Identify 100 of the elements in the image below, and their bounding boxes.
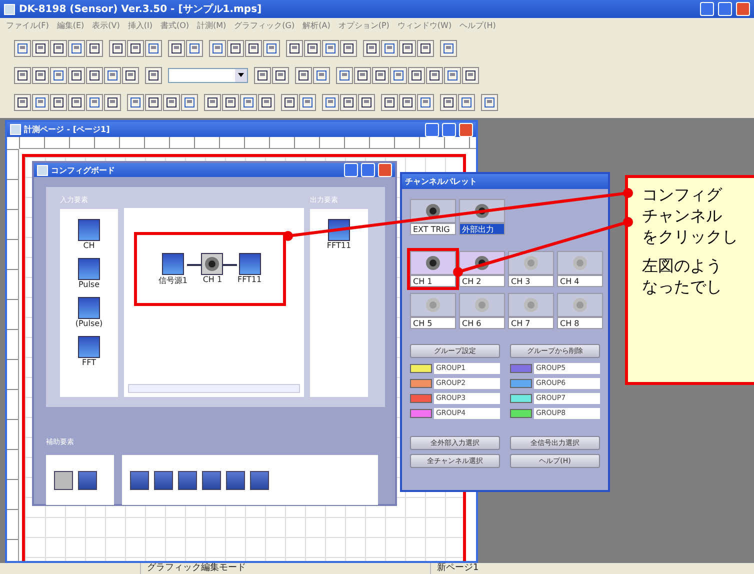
toolbar-button[interactable] — [254, 66, 271, 84]
channel-tile[interactable] — [508, 293, 554, 317]
toolbar-button[interactable] — [209, 40, 226, 56]
device-tile[interactable] — [78, 470, 97, 490]
toolbar-button[interactable] — [390, 66, 407, 84]
toolbar-button[interactable] — [14, 94, 31, 110]
group-swatch[interactable] — [410, 364, 432, 373]
channel-tile[interactable] — [508, 251, 554, 275]
toolbar-button[interactable] — [399, 94, 416, 110]
toolbar-button[interactable] — [68, 66, 85, 84]
close-button[interactable] — [459, 122, 473, 136]
toolbar-button[interactable] — [32, 40, 49, 56]
toolbar-button[interactable] — [354, 66, 371, 84]
maximize-button[interactable] — [442, 122, 456, 136]
toolbar-button[interactable] — [372, 66, 389, 84]
toolbar-button[interactable] — [340, 40, 357, 56]
toolbar-button[interactable] — [444, 66, 461, 84]
toolbar-button[interactable] — [240, 94, 257, 110]
group-swatch[interactable] — [410, 394, 432, 403]
toolbar-button[interactable] — [399, 40, 416, 56]
tool-tile[interactable] — [130, 470, 149, 490]
toolbar-button[interactable] — [426, 66, 443, 84]
toolbar-button[interactable] — [408, 66, 425, 84]
toolbar-button[interactable] — [381, 40, 398, 56]
toolbar-button[interactable] — [50, 66, 67, 84]
menu-item[interactable]: 計測(M) — [197, 20, 226, 30]
tool-tile[interactable] — [154, 470, 173, 490]
toolbar-button[interactable] — [127, 94, 144, 110]
tool-tile[interactable] — [178, 470, 197, 490]
toolbar-button[interactable] — [14, 66, 31, 84]
maximize-button[interactable] — [718, 2, 732, 16]
menu-item[interactable]: 解析(A) — [302, 20, 330, 30]
toolbar-button[interactable] — [109, 40, 126, 56]
toolbar-button[interactable] — [263, 40, 280, 56]
toolbar-button[interactable] — [381, 94, 398, 110]
toolbar-button[interactable] — [50, 40, 67, 56]
toolbar-button[interactable] — [127, 40, 144, 56]
toolbar-button[interactable] — [417, 94, 434, 110]
toolbar-button[interactable] — [145, 94, 162, 110]
menu-item[interactable]: グラフィック(G) — [234, 20, 295, 30]
toolbar-button[interactable] — [104, 66, 121, 84]
toolbar-button[interactable] — [340, 94, 357, 110]
tool-tile[interactable] — [202, 470, 221, 490]
toolbar-button[interactable] — [462, 66, 479, 84]
menu-item[interactable]: 挿入(I) — [128, 20, 152, 30]
toolbar-button[interactable] — [245, 40, 262, 56]
element-icon[interactable] — [201, 252, 224, 274]
menu-item[interactable]: 編集(E) — [56, 20, 84, 30]
maximize-button[interactable] — [361, 163, 375, 177]
toolbar-button[interactable] — [417, 40, 434, 56]
menu-item[interactable]: 書式(O) — [160, 20, 190, 30]
element-icon[interactable] — [238, 252, 261, 274]
toolbar-button[interactable] — [222, 94, 239, 110]
channel-tile[interactable] — [410, 251, 456, 275]
minimize-button[interactable] — [700, 2, 714, 16]
toolbar-button[interactable] — [227, 40, 244, 56]
channel-tile[interactable] — [557, 293, 603, 317]
minimize-button[interactable] — [344, 163, 358, 177]
toolbar-button[interactable] — [86, 40, 103, 56]
horizontal-scrollbar[interactable] — [128, 384, 300, 393]
group-swatch[interactable] — [510, 379, 532, 388]
group-swatch[interactable] — [410, 409, 432, 418]
close-button[interactable] — [378, 163, 392, 177]
tool-tile[interactable] — [250, 470, 269, 490]
toolbar-button[interactable] — [50, 94, 67, 110]
toolbar-button[interactable] — [458, 94, 475, 110]
toolbar-button[interactable] — [272, 66, 289, 84]
toolbar-button[interactable] — [122, 66, 139, 84]
toolbar-button[interactable] — [145, 66, 162, 84]
channel-tile[interactable] — [557, 251, 603, 275]
trigger-label[interactable]: 外部出力 — [459, 223, 505, 235]
menu-item[interactable]: ウィンドウ(W) — [397, 20, 452, 30]
toolbar-button[interactable] — [304, 40, 321, 56]
toolbar-button[interactable] — [336, 66, 353, 84]
toolbar-button[interactable] — [186, 40, 203, 56]
toolbar-button[interactable] — [168, 40, 185, 56]
toolbar-button[interactable] — [295, 66, 312, 84]
menu-item[interactable]: 表示(V) — [92, 20, 120, 30]
toolbar-button[interactable] — [440, 40, 457, 56]
tool-tile[interactable] — [226, 470, 245, 490]
channel-tile[interactable] — [459, 293, 505, 317]
toolbar-button[interactable] — [181, 94, 198, 110]
toolbar-button[interactable] — [258, 94, 275, 110]
group-swatch[interactable] — [510, 364, 532, 373]
toolbar-button[interactable] — [358, 94, 375, 110]
group-swatch[interactable] — [510, 409, 532, 418]
toolbar-button[interactable] — [68, 94, 85, 110]
toolbar-button[interactable] — [322, 40, 339, 56]
toolbar-button[interactable] — [204, 94, 221, 110]
device-tile[interactable] — [54, 470, 73, 490]
toolbar-button[interactable] — [14, 40, 31, 56]
toolbar-button[interactable] — [86, 94, 103, 110]
toolbar-button[interactable] — [68, 40, 85, 56]
channel-tile[interactable] — [410, 293, 456, 317]
toolbar-button[interactable] — [86, 66, 103, 84]
element-icon[interactable] — [162, 252, 184, 274]
menu-item[interactable]: ヘルプ(H) — [460, 20, 496, 30]
toolbar-button[interactable] — [363, 40, 380, 56]
toolbar-button[interactable] — [145, 40, 162, 56]
toolbar-button[interactable] — [32, 94, 49, 110]
